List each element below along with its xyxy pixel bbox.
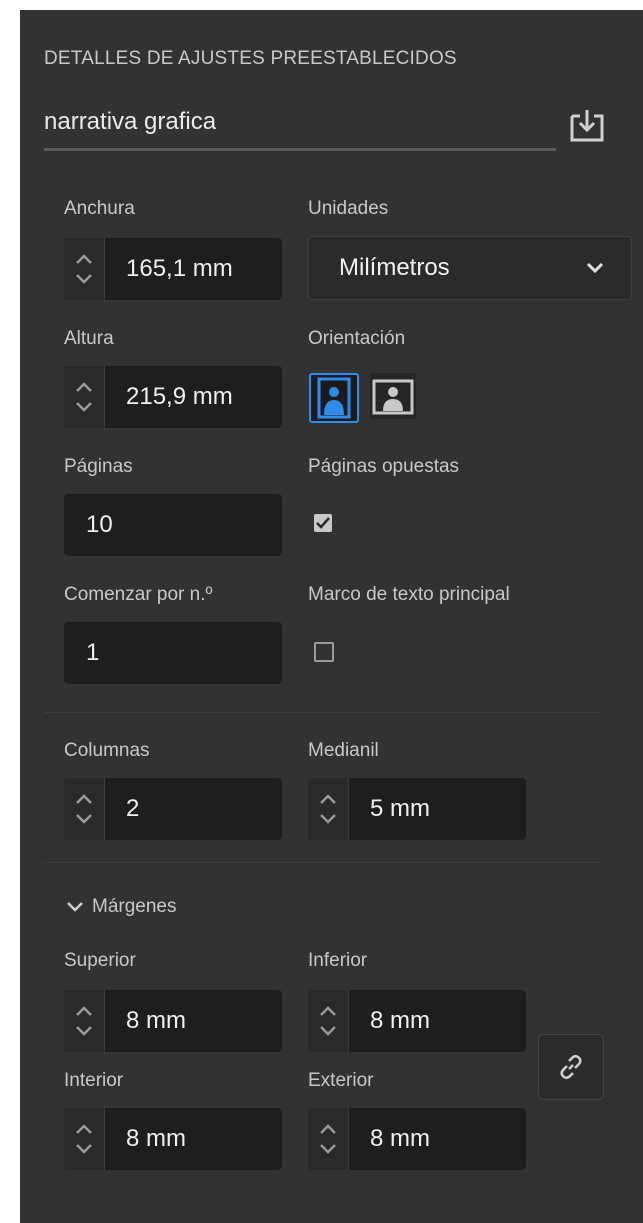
chevron-down-icon	[67, 902, 83, 912]
height-value[interactable]: 215,9 mm	[126, 366, 233, 428]
gutter-value[interactable]: 5 mm	[370, 778, 430, 840]
gutter-stepper[interactable]	[308, 778, 349, 840]
chevron-down-icon	[586, 262, 604, 274]
units-select[interactable]: Milímetros	[308, 236, 632, 300]
margin-outside-stepper[interactable]	[308, 1108, 349, 1170]
start-number-field[interactable]: 1	[64, 622, 282, 684]
pages-field[interactable]: 10	[64, 494, 282, 556]
stepper-arrows-icon	[76, 1124, 92, 1154]
start-number-label: Comenzar por n.º	[64, 584, 213, 605]
preset-name-underline	[44, 148, 556, 151]
margin-top-field[interactable]: 8 mm	[64, 990, 282, 1052]
section-title: DETALLES DE AJUSTES PREESTABLECIDOS	[44, 48, 457, 69]
margin-inside-field[interactable]: 8 mm	[64, 1108, 282, 1170]
divider	[44, 712, 599, 713]
margins-section-toggle[interactable]: Márgenes	[66, 896, 177, 918]
margin-bottom-value[interactable]: 8 mm	[370, 990, 430, 1052]
facing-pages-label: Páginas opuestas	[308, 456, 460, 477]
save-preset-icon	[570, 110, 604, 142]
portrait-orientation-button[interactable]	[309, 373, 359, 423]
columns-stepper[interactable]	[64, 778, 105, 840]
stepper-arrows-icon	[76, 1006, 92, 1036]
margin-bottom-label: Inferior	[308, 950, 368, 971]
stepper-arrows-icon	[320, 794, 336, 824]
margin-top-stepper[interactable]	[64, 990, 105, 1052]
margin-outside-value[interactable]: 8 mm	[370, 1108, 430, 1170]
save-preset-button[interactable]	[566, 106, 608, 146]
checkmark-icon	[316, 517, 330, 529]
margin-outside-field[interactable]: 8 mm	[308, 1108, 526, 1170]
link-icon	[560, 1054, 582, 1080]
columns-label: Columnas	[64, 740, 150, 761]
stepper-arrows-icon	[76, 794, 92, 824]
landscape-orientation-button[interactable]	[370, 373, 416, 419]
margin-bottom-stepper[interactable]	[308, 990, 349, 1052]
columns-value[interactable]: 2	[126, 778, 139, 840]
stepper-arrows-icon	[320, 1006, 336, 1036]
margin-inside-stepper[interactable]	[64, 1108, 105, 1170]
portrait-icon	[317, 377, 351, 419]
height-label: Altura	[64, 328, 114, 349]
divider	[44, 862, 599, 863]
stepper-arrows-icon	[76, 254, 92, 284]
link-margins-button[interactable]	[538, 1034, 604, 1100]
primary-text-frame-checkbox[interactable]	[314, 642, 334, 662]
primary-text-frame-label: Marco de texto principal	[308, 584, 510, 605]
margin-inside-label: Interior	[64, 1070, 124, 1091]
pages-label: Páginas	[64, 456, 133, 477]
preset-name-field[interactable]: narrativa grafica	[44, 108, 216, 136]
columns-field[interactable]: 2	[64, 778, 282, 840]
orientation-label: Orientación	[308, 328, 406, 349]
landscape-icon	[372, 379, 414, 415]
height-stepper[interactable]	[64, 366, 105, 428]
width-field[interactable]: 165,1 mm	[64, 238, 282, 300]
width-value[interactable]: 165,1 mm	[126, 238, 233, 300]
width-label: Anchura	[64, 198, 135, 219]
height-field[interactable]: 215,9 mm	[64, 366, 282, 428]
margin-top-value[interactable]: 8 mm	[126, 990, 186, 1052]
margin-outside-label: Exterior	[308, 1070, 374, 1091]
margins-section-label: Márgenes	[92, 896, 177, 917]
facing-pages-checkbox[interactable]	[314, 514, 332, 532]
units-value: Milímetros	[339, 254, 450, 281]
units-label: Unidades	[308, 198, 389, 219]
margin-top-label: Superior	[64, 950, 136, 971]
stepper-arrows-icon	[320, 1124, 336, 1154]
start-number-value[interactable]: 1	[86, 622, 99, 684]
margin-bottom-field[interactable]: 8 mm	[308, 990, 526, 1052]
margin-inside-value[interactable]: 8 mm	[126, 1108, 186, 1170]
pages-value[interactable]: 10	[86, 494, 113, 556]
gutter-label: Medianil	[308, 740, 379, 761]
stepper-arrows-icon	[76, 382, 92, 412]
width-stepper[interactable]	[64, 238, 105, 300]
gutter-field[interactable]: 5 mm	[308, 778, 526, 840]
